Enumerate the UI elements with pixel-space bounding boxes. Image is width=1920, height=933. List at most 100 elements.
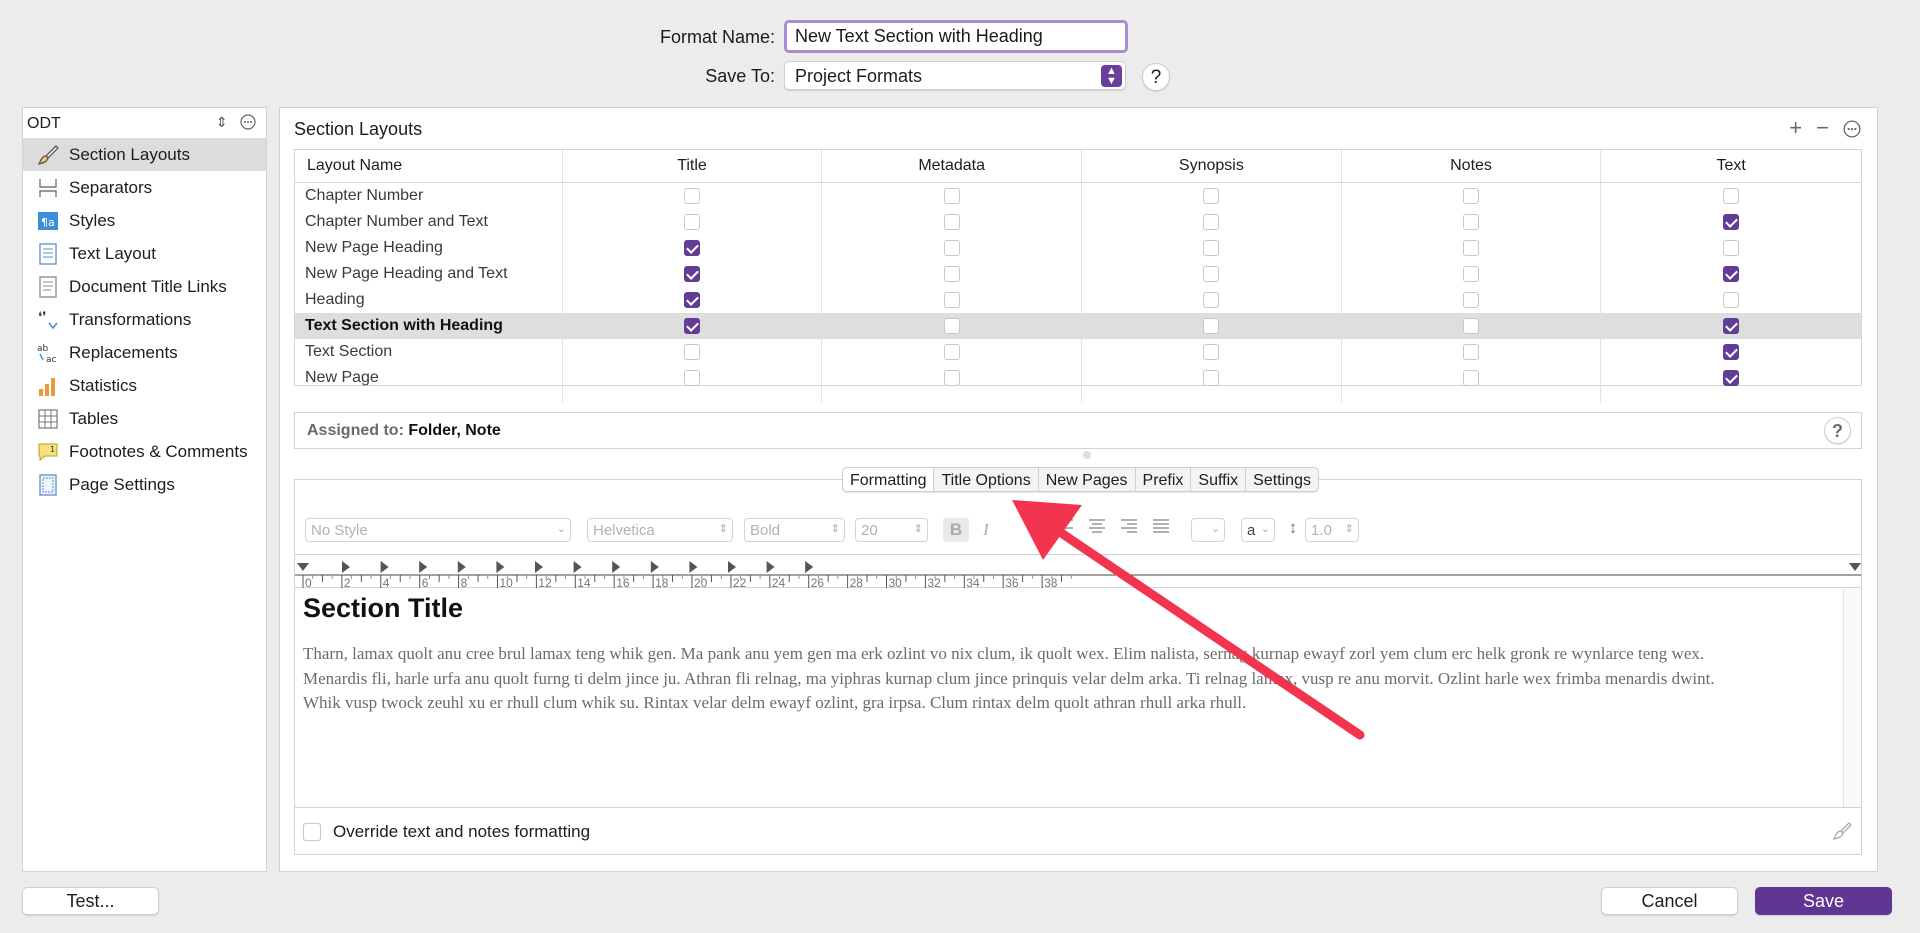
tab-stop-marker[interactable]	[535, 561, 543, 573]
synopsis-checkbox[interactable]	[1203, 266, 1220, 282]
text-checkbox[interactable]	[1723, 318, 1740, 334]
test-button[interactable]: Test...	[22, 887, 159, 915]
tab-stop-marker[interactable]	[457, 561, 466, 573]
tab-stop-marker[interactable]	[650, 561, 659, 573]
synopsis-checkbox[interactable]	[1203, 292, 1220, 308]
synopsis-checkbox[interactable]	[1203, 240, 1220, 256]
tab-formatting[interactable]: Formatting	[843, 468, 935, 491]
title-checkbox[interactable]	[684, 344, 700, 360]
align-center-icon[interactable]	[1085, 518, 1109, 542]
preview-scrollbar[interactable]	[1843, 589, 1861, 807]
tab-stop-marker[interactable]	[728, 561, 736, 573]
column-header-text[interactable]: Text	[1601, 150, 1861, 182]
tab-stop-marker[interactable]	[689, 561, 698, 573]
table-row[interactable]: New Page Heading	[295, 235, 1861, 261]
metadata-checkbox[interactable]	[943, 344, 960, 360]
metadata-checkbox[interactable]	[943, 292, 960, 308]
text-checkbox[interactable]	[1723, 214, 1740, 230]
more-options-icon[interactable]	[240, 114, 256, 133]
tab-stop-marker[interactable]	[612, 561, 621, 573]
tab-stop-marker[interactable]	[496, 561, 505, 573]
tab-stop-marker[interactable]	[573, 561, 582, 573]
save-button[interactable]: Save	[1755, 887, 1892, 915]
sidebar-item-footnotes-and-comments[interactable]: 1 Footnotes & Comments	[23, 435, 266, 468]
preview-text-area[interactable]: Section Title Tharn, lamax quolt anu cre…	[295, 589, 1843, 807]
text-checkbox[interactable]	[1723, 344, 1740, 360]
table-row[interactable]: Chapter Number	[295, 183, 1861, 209]
title-checkbox[interactable]	[684, 266, 700, 282]
tab-stop-marker[interactable]	[419, 561, 428, 573]
format-type-selector[interactable]: ODT ⇕	[23, 108, 266, 138]
color-select[interactable]: ⌄	[1191, 518, 1225, 542]
left-indent-marker[interactable]	[297, 563, 309, 571]
column-header-layout-name[interactable]: Layout Name	[295, 150, 563, 182]
metadata-checkbox[interactable]	[943, 188, 960, 204]
metadata-checkbox[interactable]	[943, 318, 960, 334]
ruler[interactable]: 0 2 4 6 8 10 12 14 16 18 20 22 24 26 28 30 32 34 36 38	[295, 554, 1861, 590]
sidebar-item-separators[interactable]: Separators	[23, 171, 266, 204]
table-row[interactable]: New Page Heading and Text	[295, 261, 1861, 287]
column-header-title[interactable]: Title	[563, 150, 823, 182]
sidebar-item-replacements[interactable]: ab ac Replacements	[23, 336, 266, 369]
align-left-icon[interactable]	[1053, 518, 1077, 542]
help-button[interactable]: ?	[1824, 417, 1851, 444]
title-checkbox[interactable]	[684, 214, 700, 230]
notes-checkbox[interactable]	[1463, 370, 1480, 386]
title-checkbox[interactable]	[684, 370, 700, 386]
split-handle[interactable]	[1083, 451, 1091, 459]
notes-checkbox[interactable]	[1463, 188, 1480, 204]
metadata-checkbox[interactable]	[943, 214, 960, 230]
title-checkbox[interactable]	[684, 292, 700, 308]
synopsis-checkbox[interactable]	[1203, 370, 1220, 386]
metadata-checkbox[interactable]	[943, 266, 960, 282]
table-row[interactable]: Text Section with Heading	[295, 313, 1861, 339]
save-to-select[interactable]: Project Formats ▲ ▼	[784, 61, 1126, 90]
sidebar-item-section-layouts[interactable]: Section Layouts	[23, 138, 266, 171]
table-row[interactable]: Text Section	[295, 339, 1861, 365]
tab-settings[interactable]: Settings	[1246, 468, 1318, 491]
remove-icon[interactable]: −	[1816, 115, 1829, 144]
notes-checkbox[interactable]	[1463, 266, 1480, 282]
font-weight-select[interactable]: Bold ⇕	[744, 518, 845, 542]
text-checkbox[interactable]	[1723, 266, 1740, 282]
add-icon[interactable]: +	[1789, 115, 1802, 144]
sidebar-item-document-title-links[interactable]: Document Title Links	[23, 270, 266, 303]
more-options-icon[interactable]	[1843, 118, 1861, 144]
tab-title-options[interactable]: Title Options	[934, 468, 1039, 491]
align-justify-icon[interactable]	[1149, 518, 1173, 542]
tab-stop-marker[interactable]	[342, 561, 350, 573]
paintbrush-icon[interactable]	[1831, 820, 1853, 847]
align-right-icon[interactable]	[1117, 518, 1141, 542]
tab-stop-marker[interactable]	[380, 561, 389, 573]
tab-suffix[interactable]: Suffix	[1191, 468, 1247, 491]
notes-checkbox[interactable]	[1463, 344, 1480, 360]
metadata-checkbox[interactable]	[943, 370, 960, 386]
synopsis-checkbox[interactable]	[1203, 344, 1220, 360]
notes-checkbox[interactable]	[1463, 318, 1480, 334]
table-row[interactable]: New Page	[295, 365, 1861, 391]
help-button[interactable]: ?	[1142, 63, 1170, 91]
font-size-field[interactable]: 20 ⇕	[855, 518, 928, 542]
text-checkbox[interactable]	[1723, 188, 1740, 204]
sidebar-item-page-settings[interactable]: Page Settings	[23, 468, 266, 501]
synopsis-checkbox[interactable]	[1203, 318, 1220, 334]
tab-new-pages[interactable]: New Pages	[1039, 468, 1136, 491]
tab-stop-marker[interactable]	[766, 561, 775, 573]
format-name-input[interactable]	[784, 20, 1128, 53]
text-checkbox[interactable]	[1723, 370, 1740, 386]
sidebar-item-tables[interactable]: Tables	[23, 402, 266, 435]
metadata-checkbox[interactable]	[943, 240, 960, 256]
title-checkbox[interactable]	[684, 240, 700, 256]
sidebar-item-styles[interactable]: ¶a Styles	[23, 204, 266, 237]
notes-checkbox[interactable]	[1463, 240, 1480, 256]
sidebar-item-text-layout[interactable]: Text Layout	[23, 237, 266, 270]
tab-prefix[interactable]: Prefix	[1136, 468, 1192, 491]
column-header-metadata[interactable]: Metadata	[822, 150, 1083, 182]
title-checkbox[interactable]	[684, 188, 700, 204]
title-checkbox[interactable]	[684, 318, 700, 334]
character-style-select[interactable]: a ⌄	[1241, 518, 1275, 542]
right-indent-marker[interactable]	[1849, 563, 1861, 571]
notes-checkbox[interactable]	[1463, 292, 1480, 308]
column-header-synopsis[interactable]: Synopsis	[1082, 150, 1342, 182]
sidebar-item-transformations[interactable]: ❛❜ Transformations	[23, 303, 266, 336]
